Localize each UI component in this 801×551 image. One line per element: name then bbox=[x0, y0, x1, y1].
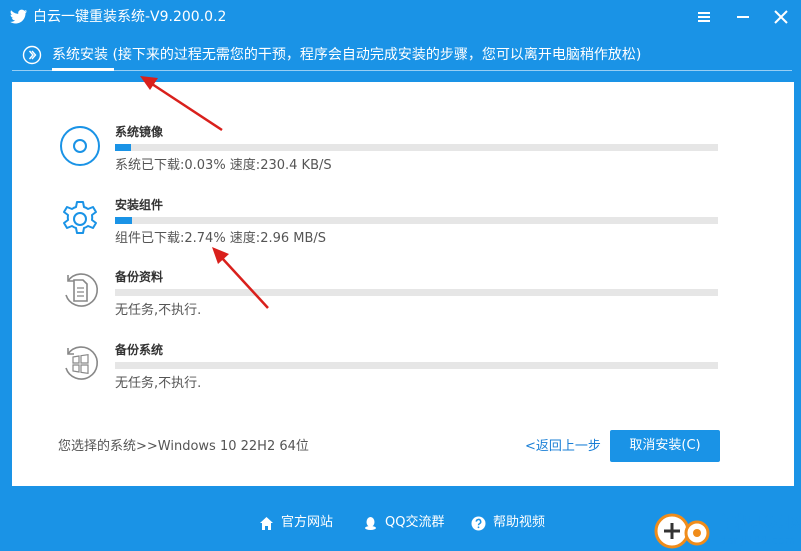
progress-track bbox=[115, 362, 718, 369]
step-description: 系统安装 (接下来的过程无需您的干预，程序会自动完成安装的步骤，您可以离开电脑稍… bbox=[52, 47, 642, 63]
watermark-title: 单机100网 bbox=[718, 513, 801, 533]
task-name: 备份资料 bbox=[115, 270, 164, 284]
step-bar: 系统安装 (接下来的过程无需您的干预，程序会自动完成安装的步骤，您可以离开电脑稍… bbox=[12, 40, 792, 72]
watermark-logo-icon bbox=[654, 513, 710, 549]
document-icon bbox=[65, 273, 98, 307]
title-bar: 白云一键重装系统-V9.200.0.2 bbox=[0, 0, 801, 34]
footer-link-label: 官方网站 bbox=[281, 515, 334, 530]
task-install-components: 安装组件 组件已下载:2.74% 速度:2.96 MB/S bbox=[58, 197, 718, 257]
task-status: 组件已下载:2.74% 速度:2.96 MB/S bbox=[115, 231, 327, 246]
progress-track bbox=[115, 289, 718, 296]
step-active-underline bbox=[52, 68, 114, 71]
install-panel: 系统镜像 系统已下载:0.03% 速度:230.4 KB/S 安装组件 组件已下… bbox=[12, 82, 794, 486]
window-title: 白云一键重装系统-V9.200.0.2 bbox=[33, 9, 227, 25]
task-name: 系统镜像 bbox=[115, 125, 164, 139]
qq-icon bbox=[365, 517, 376, 530]
help-icon bbox=[471, 516, 486, 531]
minimize-icon[interactable] bbox=[732, 6, 754, 28]
chevron-right-circle-icon bbox=[22, 45, 42, 65]
selected-system-label: 您选择的系统>>Windows 10 22H2 64位 bbox=[58, 439, 309, 454]
windows-icon bbox=[65, 346, 98, 380]
bird-icon bbox=[10, 9, 27, 24]
footer-link-label: 帮助视频 bbox=[493, 515, 546, 530]
progress-fill bbox=[115, 217, 132, 224]
task-system-image: 系统镜像 系统已下载:0.03% 速度:230.4 KB/S bbox=[58, 124, 718, 184]
task-backup-system: 备份系统 无任务,不执行. bbox=[58, 342, 718, 402]
home-icon bbox=[260, 517, 273, 530]
task-backup-data: 备份资料 无任务,不执行. bbox=[58, 269, 718, 329]
watermark: 单机100网 danji100.com bbox=[650, 509, 801, 551]
watermark-url: danji100.com bbox=[720, 534, 795, 547]
menu-icon[interactable] bbox=[693, 6, 715, 28]
footer-link-label: QQ交流群 bbox=[385, 515, 445, 530]
task-name: 安装组件 bbox=[115, 198, 164, 212]
progress-track bbox=[115, 217, 718, 224]
task-status: 无任务,不执行. bbox=[115, 303, 202, 318]
step-divider bbox=[12, 70, 792, 71]
task-name: 备份系统 bbox=[115, 343, 164, 357]
gear-icon bbox=[63, 201, 97, 234]
back-link[interactable]: <返回上一步 bbox=[525, 438, 601, 456]
disc-icon bbox=[60, 126, 100, 166]
task-status: 系统已下载:0.03% 速度:230.4 KB/S bbox=[115, 158, 332, 173]
progress-fill bbox=[115, 144, 131, 151]
close-icon[interactable] bbox=[770, 6, 792, 28]
progress-track bbox=[115, 144, 718, 151]
task-status: 无任务,不执行. bbox=[115, 376, 202, 391]
cancel-install-button[interactable]: 取消安装(C) bbox=[610, 430, 720, 462]
